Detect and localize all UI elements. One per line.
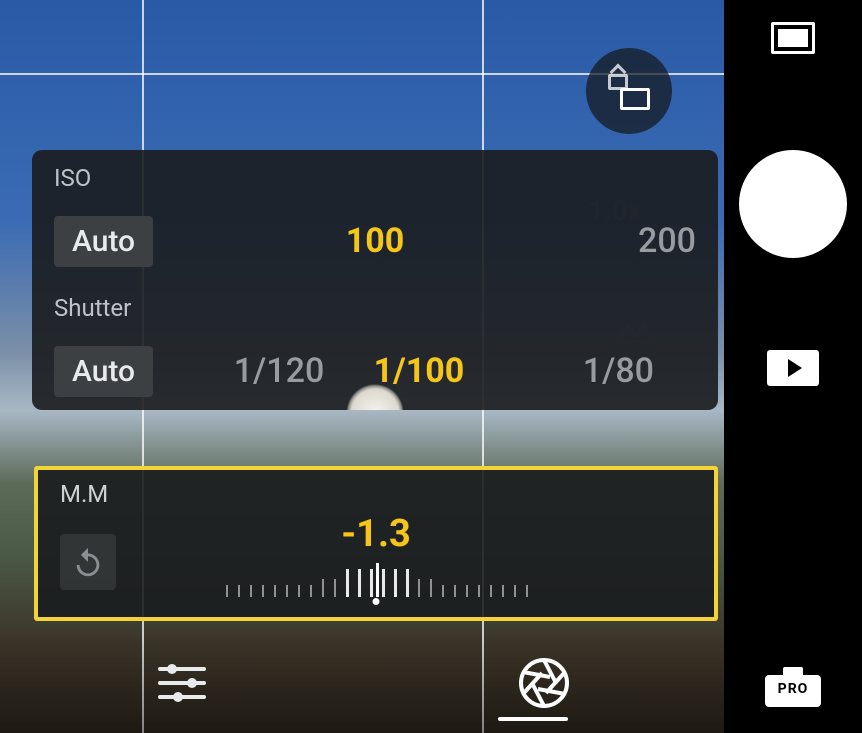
active-tab-indicator [498,717,568,721]
mm-ruler-indicator [373,598,380,605]
shutter-auto-button[interactable]: Auto [54,346,153,397]
manual-settings-panel: ISO Auto 100 200 Shutter Auto 1/120 1/10… [32,150,718,410]
pip-switch-icon [608,72,650,110]
settings-sliders-button[interactable] [154,655,210,715]
iso-next-value[interactable]: 200 [536,221,696,261]
aperture-icon [518,657,570,709]
iso-selected-value[interactable]: 100 [214,221,536,261]
pro-label: PRO [765,681,821,697]
pip-switch-button[interactable] [586,48,672,134]
shutter-button[interactable] [739,150,847,258]
playback-button[interactable] [767,350,819,386]
mm-label: M.M [60,480,692,508]
mm-ruler[interactable] [226,563,526,607]
shutter-prev-value[interactable]: 1/120 [214,351,344,391]
shutter-auto-option[interactable]: Auto [54,346,214,397]
shutter-label: Shutter [32,280,718,332]
aperture-mode-button[interactable] [518,657,570,713]
reset-icon [71,545,105,579]
camera-app: 1.0x ISO Auto 100 200 Shutter Auto 1/120 [0,0,862,733]
mm-reset-button[interactable] [60,534,116,590]
right-sidebar: PRO [724,0,862,733]
mm-value: -1.3 [60,512,692,556]
iso-label: ISO [32,150,718,202]
mm-section: M.M -1.3 [34,466,718,621]
play-icon [788,359,802,377]
bottom-toolbar [0,637,724,733]
pro-mode-button[interactable]: PRO [765,667,821,707]
shutter-next-value[interactable]: 1/80 [494,351,654,391]
adjust-sliders-icon [154,655,210,711]
shutter-row[interactable]: Auto 1/120 1/100 1/80 [32,332,718,410]
iso-auto-option[interactable]: Auto [54,216,214,267]
iso-row[interactable]: Auto 100 200 [32,202,718,280]
aspect-ratio-button[interactable] [771,22,815,54]
iso-auto-button[interactable]: Auto [54,216,153,267]
